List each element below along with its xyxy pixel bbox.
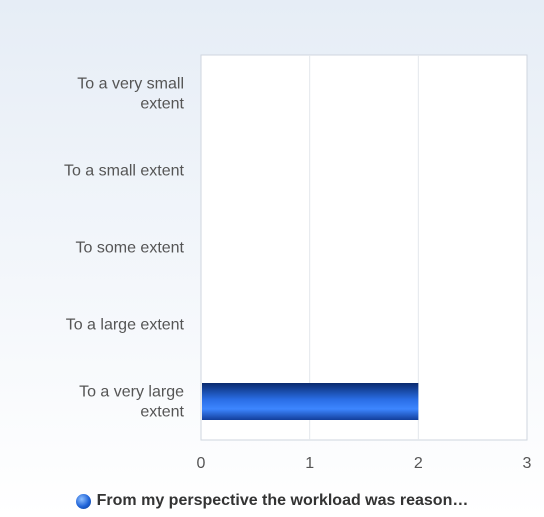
category-label: To a large extent [66,317,185,334]
category-label: To a very small extent [77,76,184,113]
x-tick-label: 0 [197,455,206,472]
bar [202,383,419,420]
x-tick-labels: 0 1 2 3 [197,455,532,472]
category-label: To a small extent [64,163,185,180]
x-tick-label: 3 [523,455,532,472]
legend: From my perspective the workload was rea… [0,492,544,510]
x-tick-label: 2 [414,455,423,472]
bar-chart: To a very small extent To a small extent To… [64,54,532,472]
x-tick-label: 1 [305,455,314,472]
chart-container: To a very small extent To a small extent To… [0,0,544,517]
category-label: To a very large extent [79,384,184,421]
plot-area [200,54,528,441]
legend-label: From my perspective the workload was rea… [96,492,469,509]
category-label: To some extent [76,240,185,257]
bars [202,383,419,420]
category-labels: To a very small extent To a small extent To… [64,76,185,421]
legend-marker-icon [75,493,91,509]
